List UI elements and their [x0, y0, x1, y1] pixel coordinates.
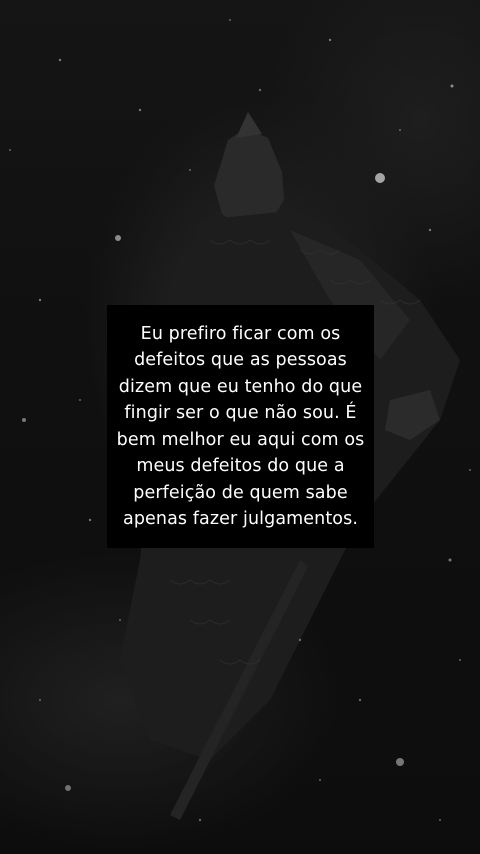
wallpaper-scene: Eu prefiro ficar com os defeitos que as … [0, 0, 480, 854]
knight-helmet-crest [236, 112, 262, 138]
quote-text: Eu prefiro ficar com os defeitos que as … [116, 323, 365, 530]
quote-box: Eu prefiro ficar com os defeitos que as … [107, 305, 374, 548]
